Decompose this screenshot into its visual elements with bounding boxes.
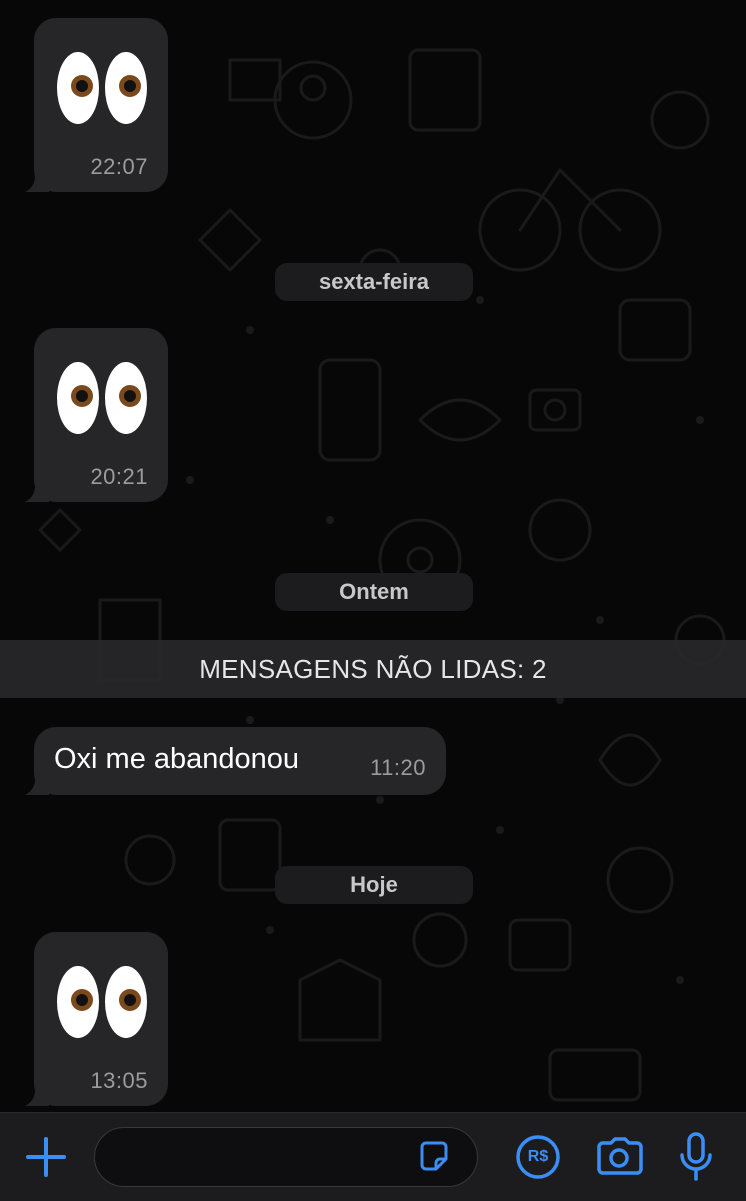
- payment-label: R$: [527, 1148, 549, 1165]
- eyes-emoji: [57, 966, 147, 1038]
- sticker-icon[interactable]: [415, 1138, 453, 1176]
- plus-icon[interactable]: [22, 1133, 70, 1181]
- eyes-emoji: [57, 362, 147, 434]
- message-bubble[interactable]: 13:05: [25, 932, 168, 1106]
- message-time: 13:05: [90, 1068, 148, 1093]
- eyes-emoji: [57, 52, 147, 124]
- message-bubble[interactable]: 20:21: [25, 328, 168, 502]
- message-time: 20:21: [90, 464, 148, 489]
- composer-bar: R$: [0, 1112, 746, 1201]
- message-bubble[interactable]: 22:07: [25, 18, 168, 192]
- microphone-icon[interactable]: [674, 1129, 718, 1185]
- payment-icon[interactable]: R$: [514, 1133, 562, 1181]
- message-time: 22:07: [90, 154, 148, 179]
- unread-messages-banner: MENSAGENS NÃO LIDAS: 2: [0, 640, 746, 698]
- message-time: 11:20: [370, 755, 426, 780]
- bubble-tail: [25, 773, 49, 795]
- day-separator: Ontem: [275, 573, 473, 611]
- camera-icon[interactable]: [594, 1133, 644, 1181]
- message-text: Oxi me abandonou: [54, 743, 300, 775]
- day-separator: Hoje: [275, 866, 473, 904]
- bubble-tail: [25, 1084, 49, 1106]
- message-input[interactable]: [94, 1127, 478, 1187]
- day-separator: sexta-feira: [275, 263, 473, 301]
- message-bubble[interactable]: Oxi me abandonou 11:20: [25, 727, 446, 795]
- bubble-tail: [25, 170, 49, 192]
- bubble-tail: [25, 480, 49, 502]
